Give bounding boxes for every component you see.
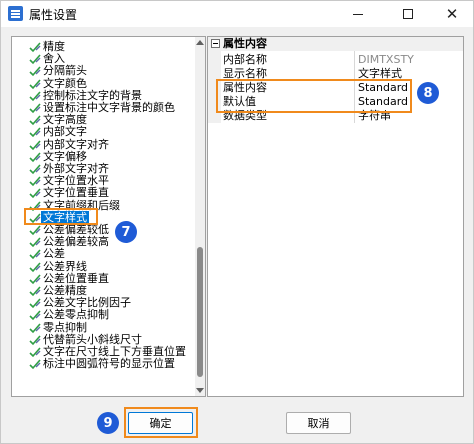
property-group-label: 属性内容 — [223, 37, 267, 50]
check-pencil-icon — [29, 248, 41, 260]
callout-number-9: 9 — [97, 412, 119, 434]
property-value[interactable]: 字符串 — [358, 109, 391, 123]
minimize-button[interactable] — [335, 1, 381, 27]
minimize-icon — [353, 13, 363, 15]
property-row[interactable]: 内部名称 DIMTXSTY — [208, 53, 463, 67]
title-bar[interactable]: 属性设置 ✕ — [1, 1, 473, 27]
maximize-icon — [403, 9, 413, 19]
property-settings-dialog: 属性设置 ✕ 精度 舍入 分隔箭头 文字颜色 控制标注文字的背景 设置标注中文字背景的颜色… — [0, 0, 474, 444]
check-pencil-icon — [29, 41, 41, 53]
check-pencil-icon — [29, 175, 41, 187]
callout-number-7: 7 — [115, 221, 137, 243]
property-group-header[interactable]: 属性内容 — [208, 37, 463, 51]
property-name: 内部名称 — [223, 53, 267, 66]
check-pencil-icon — [29, 78, 41, 90]
property-name: 数据类型 — [223, 109, 267, 122]
check-pencil-icon — [29, 346, 41, 358]
property-row[interactable]: 数据类型 字符串 — [208, 109, 463, 123]
ok-button[interactable]: 确定 — [128, 412, 193, 434]
check-pencil-icon — [29, 65, 41, 77]
callout-number-8: 8 — [417, 82, 439, 104]
close-button[interactable]: ✕ — [429, 1, 474, 27]
tree-item-label: 标注中圆弧符号的显示位置 — [43, 357, 175, 371]
scroll-thumb[interactable] — [197, 247, 203, 377]
tree-scrollbar[interactable] — [195, 37, 205, 396]
check-pencil-icon — [29, 261, 41, 273]
check-pencil-icon — [29, 187, 41, 199]
property-value[interactable]: Standard — [358, 95, 408, 109]
check-pencil-icon — [29, 309, 41, 321]
check-pencil-icon — [29, 200, 41, 212]
check-pencil-icon — [29, 273, 41, 285]
check-pencil-icon — [29, 139, 41, 151]
property-tree-panel[interactable]: 精度 舍入 分隔箭头 文字颜色 控制标注文字的背景 设置标注中文字背景的颜色 文字高度 内部文… — [11, 36, 206, 397]
check-pencil-icon — [29, 224, 41, 236]
check-pencil-icon — [29, 126, 41, 138]
property-value[interactable]: 文字样式 — [358, 67, 402, 81]
close-icon: ✕ — [445, 4, 459, 23]
collapse-minus-icon[interactable] — [211, 39, 220, 48]
property-value[interactable]: DIMTXSTY — [358, 53, 414, 67]
check-pencil-icon — [29, 236, 41, 248]
check-pencil-icon — [29, 212, 41, 224]
scroll-down-arrow-icon[interactable] — [196, 388, 204, 393]
check-pencil-icon — [29, 90, 41, 102]
check-pencil-icon — [29, 285, 41, 297]
check-pencil-icon — [29, 151, 41, 163]
check-pencil-icon — [29, 334, 41, 346]
tree-item[interactable]: 标注中圆弧符号的显示位置 — [12, 357, 194, 371]
property-row[interactable]: 显示名称 文字样式 — [208, 67, 463, 81]
check-pencil-icon — [29, 102, 41, 114]
check-pencil-icon — [29, 114, 41, 126]
check-pencil-icon — [29, 322, 41, 334]
app-icon — [8, 6, 23, 21]
check-pencil-icon — [29, 297, 41, 309]
window-title: 属性设置 — [29, 8, 78, 22]
maximize-button[interactable] — [385, 1, 431, 27]
property-name: 默认值 — [223, 95, 256, 108]
property-value[interactable]: Standard — [358, 81, 408, 95]
check-pencil-icon — [29, 163, 41, 175]
property-name: 显示名称 — [223, 67, 267, 80]
check-pencil-icon — [29, 53, 41, 65]
cancel-button[interactable]: 取消 — [286, 412, 351, 434]
check-pencil-icon — [29, 358, 41, 370]
scroll-up-arrow-icon[interactable] — [196, 40, 204, 45]
property-name: 属性内容 — [223, 81, 267, 94]
